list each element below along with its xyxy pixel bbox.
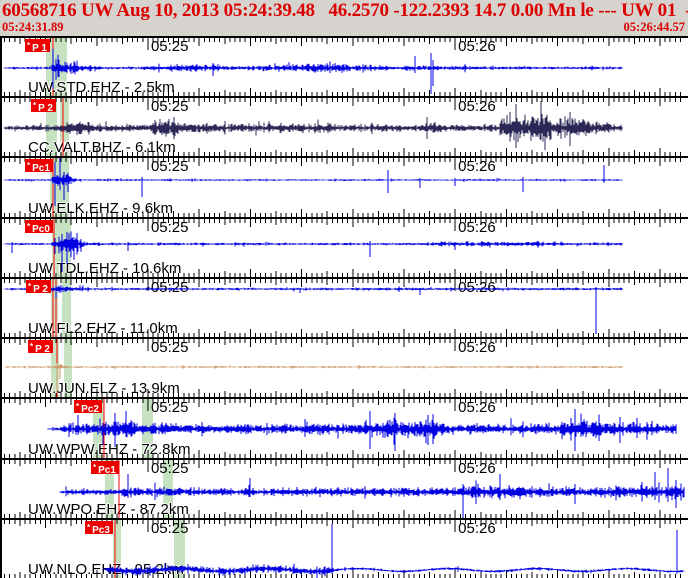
waveform-canvas[interactable] xyxy=(0,399,688,458)
event-summary-title: 60568716 UW Aug 10, 2013 05:24:39.48 46.… xyxy=(2,0,688,22)
waveform-canvas[interactable] xyxy=(0,38,688,96)
trace-row: 05:2505:26UW.JUN.ELZ - 13.9km*P 2 xyxy=(0,337,688,397)
time-tick-marks xyxy=(5,158,681,217)
seismogram-viewer-window: 60568716 UW Aug 10, 2013 05:24:39.48 46.… xyxy=(0,0,688,578)
phase-pick-flag[interactable]: *P 2 xyxy=(28,340,53,353)
pick-star-icon: * xyxy=(27,41,30,50)
pick-phase-label: P 2 xyxy=(35,344,50,355)
phase-pick-flag[interactable]: *Pc2 xyxy=(74,400,102,413)
seismogram-trace xyxy=(4,101,622,150)
phase-pick-flag[interactable]: *Pc3 xyxy=(85,521,113,534)
waveform-canvas[interactable] xyxy=(0,98,688,156)
plot-left-border xyxy=(0,36,2,578)
trace-row: 05:2505:26UW.TDL.EHZ - 10.6km*Pc0 xyxy=(0,217,688,277)
waveform-canvas[interactable] xyxy=(0,219,688,277)
pick-phase-label: Pc1 xyxy=(98,465,116,476)
trace-row: 05:2505:26CC.VALT.BHZ - 6.1km*P 2 xyxy=(0,96,688,156)
pick-star-icon: * xyxy=(27,161,30,170)
pick-phase-label: P 2 xyxy=(33,284,48,295)
waveform-canvas[interactable] xyxy=(0,158,688,217)
phase-pick-flag[interactable]: *P 1 xyxy=(25,39,50,52)
time-tick-marks xyxy=(5,279,681,337)
phase-pick-flag[interactable]: *Pc1 xyxy=(25,159,53,172)
event-header: 60568716 UW Aug 10, 2013 05:24:39.48 46.… xyxy=(0,0,688,36)
trace-row: 05:2505:26UW.STD.EHZ - 2.5km*P 1 xyxy=(0,36,688,96)
trace-row: 05:2505:26UW.NLO.EHZ - 95.2km*Pc3 xyxy=(0,518,688,578)
seismogram-trace xyxy=(60,468,684,518)
pick-phase-label: P 1 xyxy=(32,43,47,54)
pick-star-icon: * xyxy=(27,222,30,231)
time-tick-marks xyxy=(5,219,681,277)
pick-phase-label: Pc0 xyxy=(32,224,50,235)
phase-pick-flag[interactable]: *P 2 xyxy=(31,99,56,112)
trace-row: 05:2505:26UW.WPO.EHZ - 87.2km*Pc1 xyxy=(0,458,688,518)
seismogram-trace xyxy=(4,285,622,334)
trace-row: 05:2505:26UW.FL2.EHZ - 11.0km*P 2 xyxy=(0,277,688,337)
pick-phase-label: Pc3 xyxy=(92,525,110,536)
pick-phase-label: P 2 xyxy=(38,103,53,114)
time-window-bar: 05:24:31.89 05:26:44.57 xyxy=(2,20,685,35)
seismogram-trace xyxy=(4,363,622,393)
seismogram-trace xyxy=(4,231,622,272)
window-start-time: 05:24:31.89 xyxy=(2,20,63,35)
seismogram-trace xyxy=(4,49,622,94)
pick-star-icon: * xyxy=(30,342,33,351)
trace-row: 05:2505:26UW.ELK.EHZ - 9.6km*Pc1 xyxy=(0,156,688,217)
seismogram-trace xyxy=(103,524,684,578)
pick-star-icon: * xyxy=(93,463,96,472)
time-tick-marks xyxy=(5,339,681,397)
pick-star-icon: * xyxy=(28,282,31,291)
window-end-time: 05:26:44.57 xyxy=(624,20,685,35)
seismogram-trace xyxy=(48,409,676,451)
pick-phase-label: Pc1 xyxy=(32,163,50,174)
pick-phase-label: Pc2 xyxy=(81,404,99,415)
phase-pick-flag[interactable]: *Pc1 xyxy=(91,461,119,474)
waveform-canvas[interactable] xyxy=(0,279,688,337)
trace-panel: 05:2505:26UW.STD.EHZ - 2.5km*P 105:2505:… xyxy=(0,36,688,578)
pick-star-icon: * xyxy=(33,101,36,110)
phase-pick-flag[interactable]: *Pc0 xyxy=(25,220,53,233)
trace-row: 05:2505:26UW.WPW.EHZ - 72.8km*Pc2 xyxy=(0,397,688,458)
waveform-canvas[interactable] xyxy=(0,339,688,397)
phase-pick-flag[interactable]: *P 2 xyxy=(26,280,51,293)
pick-star-icon: * xyxy=(87,523,90,532)
pick-star-icon: * xyxy=(76,402,79,411)
